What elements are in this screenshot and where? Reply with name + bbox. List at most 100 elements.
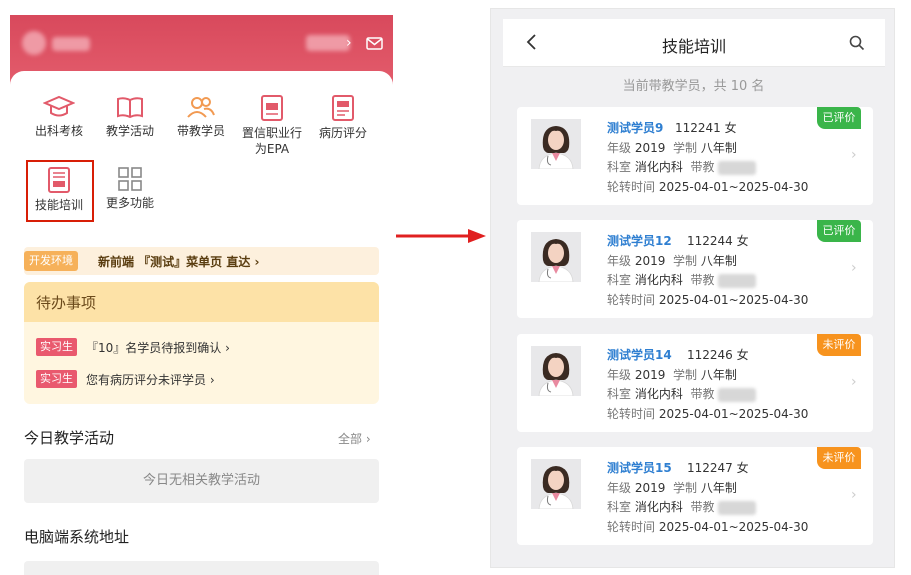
student-id-gender: 112241 女 bbox=[675, 119, 737, 136]
student-id: 112241 bbox=[675, 121, 721, 135]
rotation-label: 轮转时间 bbox=[607, 407, 656, 421]
fn-epa[interactable]: 置信职业行为EPA bbox=[237, 95, 307, 157]
dev-banner-link[interactable]: 新前端 『测试』菜单页 直达 › bbox=[98, 253, 259, 270]
teacher-name-blurred bbox=[718, 387, 757, 402]
student-dept-row: 科室 消化内科 带教 bbox=[607, 385, 757, 402]
grade-label: 年级 bbox=[607, 368, 632, 382]
dept-value: 消化内科 bbox=[634, 160, 683, 174]
student-id: 112244 bbox=[687, 234, 733, 248]
teacher-name-blurred bbox=[718, 273, 757, 288]
student-name-link[interactable]: 测试学员14 bbox=[607, 346, 672, 363]
student-name-link[interactable]: 测试学员15 bbox=[607, 459, 672, 476]
grid-icon bbox=[118, 167, 142, 191]
today-activities-title: 今日教学活动 bbox=[24, 429, 115, 447]
system-label: 学制 bbox=[673, 368, 698, 382]
student-gender: 女 bbox=[736, 234, 749, 248]
record-icon bbox=[332, 95, 354, 121]
student-gender: 女 bbox=[724, 121, 737, 135]
fn-more[interactable]: 更多功能 bbox=[95, 167, 165, 211]
grade-value: 2019 bbox=[634, 368, 666, 382]
dept-value: 消化内科 bbox=[634, 500, 683, 514]
grade-label: 年级 bbox=[607, 481, 632, 495]
students-icon bbox=[187, 97, 215, 118]
student-name-link[interactable]: 测试学员9 bbox=[607, 119, 663, 136]
chevron-right-icon: › bbox=[851, 260, 857, 276]
student-grade-row: 年级 2019 学制 八年制 bbox=[607, 252, 737, 269]
fn-label: 置信职业行为EPA bbox=[241, 126, 302, 156]
grade-label: 年级 bbox=[607, 254, 632, 268]
student-gender: 女 bbox=[736, 461, 749, 475]
view-all-link[interactable]: 全部 › bbox=[338, 430, 371, 447]
rotation-period: 2025-04-01~2025-04-30 bbox=[658, 407, 809, 421]
system-value: 八年制 bbox=[700, 481, 737, 495]
fn-skill-training[interactable]: 技能培训 bbox=[24, 167, 94, 213]
rotation-label: 轮转时间 bbox=[607, 293, 656, 307]
fn-exam[interactable]: 出科考核 bbox=[24, 95, 94, 139]
student-name-link[interactable]: 测试学员12 bbox=[607, 232, 672, 249]
grade-value: 2019 bbox=[634, 141, 666, 155]
student-id: 112246 bbox=[687, 348, 733, 362]
evaluation-status-badge: 未评价 bbox=[817, 334, 861, 356]
dept-label: 科室 bbox=[607, 160, 632, 174]
grade-value: 2019 bbox=[634, 254, 666, 268]
avatar[interactable] bbox=[22, 31, 46, 55]
skill-training-screen: 技能培训 当前带教学员，共 10 名 测试学员9 112241 女 年级 201… bbox=[490, 8, 895, 568]
student-grade-row: 年级 2019 学制 八年制 bbox=[607, 366, 737, 383]
nav-bar: 技能培训 bbox=[503, 19, 885, 67]
student-rotation-row: 轮转时间 2025-04-01~2025-04-30 bbox=[607, 518, 808, 535]
arrow-right-icon bbox=[396, 229, 486, 243]
student-gender: 女 bbox=[736, 348, 749, 362]
dept-label: 科室 bbox=[607, 273, 632, 287]
todo-item-record[interactable]: 您有病历评分未评学员 › bbox=[86, 371, 215, 388]
dept-label: 科室 bbox=[607, 500, 632, 514]
home-screen: › 出科考核 教学活动 带教学员 置信职业行为EPA 病历评分 技能培训 更多功… bbox=[10, 15, 393, 575]
student-card[interactable]: 测试学员14 112246 女 年级 2019 学制 八年制 科室 消化内科 带… bbox=[517, 334, 873, 432]
student-photo bbox=[531, 346, 581, 396]
hospital-switch-blurred[interactable] bbox=[306, 35, 350, 51]
system-label: 学制 bbox=[673, 141, 698, 155]
dev-env-tag: 开发环境 bbox=[24, 251, 78, 271]
student-count-summary: 当前带教学员，共 10 名 bbox=[622, 79, 765, 94]
fn-students[interactable]: 带教学员 bbox=[166, 95, 236, 139]
dept-value: 消化内科 bbox=[634, 387, 683, 401]
chevron-right-icon: › bbox=[851, 374, 857, 390]
student-dept-row: 科室 消化内科 带教 bbox=[607, 498, 757, 515]
student-photo bbox=[531, 459, 581, 509]
rotation-label: 轮转时间 bbox=[607, 520, 656, 534]
page-title: 技能培训 bbox=[661, 37, 726, 56]
student-card[interactable]: 测试学员12 112244 女 年级 2019 学制 八年制 科室 消化内科 带… bbox=[517, 220, 873, 318]
fn-label: 带教学员 bbox=[176, 124, 225, 138]
student-rotation-row: 轮转时间 2025-04-01~2025-04-30 bbox=[607, 291, 808, 308]
chevron-right-icon[interactable]: › bbox=[346, 35, 352, 51]
evaluation-status-badge: 未评价 bbox=[817, 447, 861, 469]
teacher-label: 带教 bbox=[690, 500, 715, 514]
chevron-right-icon: › bbox=[851, 487, 857, 503]
book-icon bbox=[117, 97, 143, 119]
todo-item-checkin[interactable]: 『10』名学员待报到确认 › bbox=[86, 339, 230, 356]
fn-label: 教学活动 bbox=[105, 124, 154, 138]
student-id: 112247 bbox=[687, 461, 733, 475]
search-icon[interactable] bbox=[849, 35, 865, 51]
fn-label: 技能培训 bbox=[34, 198, 83, 212]
student-card[interactable]: 测试学员9 112241 女 年级 2019 学制 八年制 科室 消化内科 带教… bbox=[517, 107, 873, 205]
student-dept-row: 科室 消化内科 带教 bbox=[607, 158, 757, 175]
pc-address-box[interactable] bbox=[24, 561, 379, 575]
rotation-period: 2025-04-01~2025-04-30 bbox=[658, 180, 809, 194]
fn-record-score[interactable]: 病历评分 bbox=[308, 95, 378, 141]
todo-header: 待办事项 bbox=[24, 282, 379, 322]
student-id-gender: 112244 女 bbox=[687, 232, 749, 249]
fn-label: 更多功能 bbox=[105, 196, 154, 210]
student-card[interactable]: 测试学员15 112247 女 年级 2019 学制 八年制 科室 消化内科 带… bbox=[517, 447, 873, 545]
rotation-period: 2025-04-01~2025-04-30 bbox=[658, 520, 809, 534]
rotation-period: 2025-04-01~2025-04-30 bbox=[658, 293, 809, 307]
student-grade-row: 年级 2019 学制 八年制 bbox=[607, 479, 737, 496]
fn-teaching[interactable]: 教学活动 bbox=[95, 95, 165, 139]
chevron-right-icon: › bbox=[851, 147, 857, 163]
student-dept-row: 科室 消化内科 带教 bbox=[607, 271, 757, 288]
system-value: 八年制 bbox=[700, 254, 737, 268]
student-id-gender: 112247 女 bbox=[687, 459, 749, 476]
system-label: 学制 bbox=[673, 481, 698, 495]
mail-icon[interactable] bbox=[366, 37, 383, 50]
skill-training-icon bbox=[48, 167, 70, 193]
dept-value: 消化内科 bbox=[634, 273, 683, 287]
